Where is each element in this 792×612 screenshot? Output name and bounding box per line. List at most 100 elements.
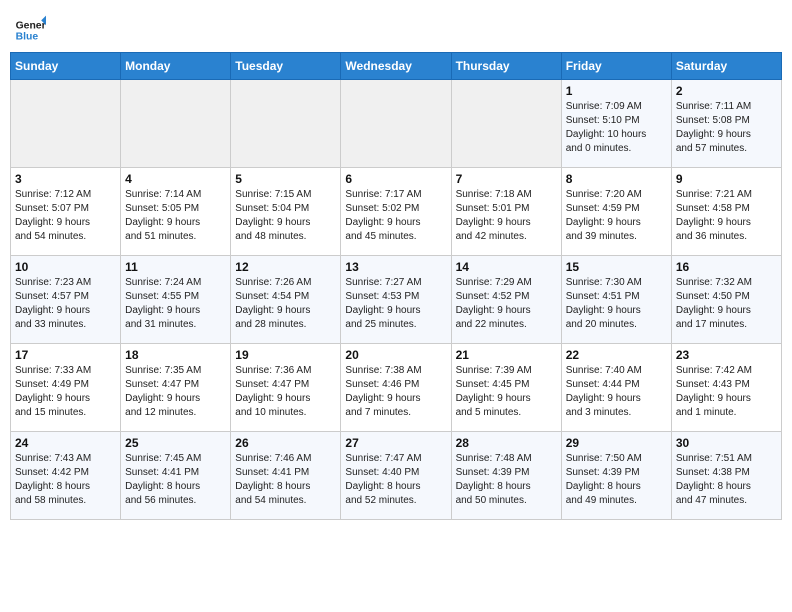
day-cell: 20 Sunrise: 7:38 AM Sunset: 4:46 PM Dayli… [341, 344, 451, 432]
day-cell: 9 Sunrise: 7:21 AM Sunset: 4:58 PM Daylig… [671, 168, 781, 256]
weekday-header-row: SundayMondayTuesdayWednesdayThursdayFrid… [11, 53, 782, 80]
day-number: 13 [345, 260, 446, 274]
day-cell: 15Sunrise: 7:30 AM Sunset: 4:51 PM Dayli… [561, 256, 671, 344]
day-info: Sunrise: 7:46 AM Sunset: 4:41 PM Dayligh… [235, 452, 336, 508]
day-info: Sunrise: 7:42 AM Sunset: 4:43 PM Dayligh… [676, 364, 777, 420]
week-row-1: 1 Sunrise: 7:09 AM Sunset: 5:10 PM Daylig… [11, 80, 782, 168]
day-info: Sunrise: 7:45 AM Sunset: 4:41 PM Dayligh… [125, 452, 226, 508]
day-number: 29 [566, 436, 667, 450]
day-cell: 27 Sunrise: 7:47 AM Sunset: 4:40 PM Dayli… [341, 432, 451, 520]
day-info: Sunrise: 7:09 AM Sunset: 5:10 PM Dayligh… [566, 100, 667, 156]
day-number: 1 [566, 84, 667, 98]
weekday-header-saturday: Saturday [671, 53, 781, 80]
day-number: 25 [125, 436, 226, 450]
day-cell: 16 Sunrise: 7:32 AM Sunset: 4:50 PM Dayli… [671, 256, 781, 344]
weekday-header-thursday: Thursday [451, 53, 561, 80]
day-number: 24 [15, 436, 116, 450]
day-info: Sunrise: 7:36 AM Sunset: 4:47 PM Dayligh… [235, 364, 336, 420]
day-info: Sunrise: 7:18 AM Sunset: 5:01 PM Dayligh… [456, 188, 557, 244]
day-cell [121, 80, 231, 168]
day-number: 26 [235, 436, 336, 450]
day-number: 3 [15, 172, 116, 186]
week-row-2: 3 Sunrise: 7:12 AM Sunset: 5:07 PM Daylig… [11, 168, 782, 256]
day-number: 16 [676, 260, 777, 274]
day-cell [451, 80, 561, 168]
day-info: Sunrise: 7:38 AM Sunset: 4:46 PM Dayligh… [345, 364, 446, 420]
weekday-header-sunday: Sunday [11, 53, 121, 80]
logo: General Blue [14, 14, 48, 46]
day-cell: 19 Sunrise: 7:36 AM Sunset: 4:47 PM Dayli… [231, 344, 341, 432]
day-number: 17 [15, 348, 116, 362]
day-number: 20 [345, 348, 446, 362]
week-row-3: 10 Sunrise: 7:23 AM Sunset: 4:57 PM Dayli… [11, 256, 782, 344]
day-cell [231, 80, 341, 168]
day-info: Sunrise: 7:27 AM Sunset: 4:53 PM Dayligh… [345, 276, 446, 332]
day-info: Sunrise: 7:50 AM Sunset: 4:39 PM Dayligh… [566, 452, 667, 508]
calendar-table: SundayMondayTuesdayWednesdayThursdayFrid… [10, 52, 782, 520]
day-number: 27 [345, 436, 446, 450]
day-number: 15 [566, 260, 667, 274]
day-number: 11 [125, 260, 226, 274]
day-cell: 5 Sunrise: 7:15 AM Sunset: 5:04 PM Daylig… [231, 168, 341, 256]
day-cell: 1 Sunrise: 7:09 AM Sunset: 5:10 PM Daylig… [561, 80, 671, 168]
day-number: 22 [566, 348, 667, 362]
logo-icon: General Blue [14, 14, 46, 46]
day-cell: 4Sunrise: 7:14 AM Sunset: 5:05 PM Daylig… [121, 168, 231, 256]
day-cell: 2Sunrise: 7:11 AM Sunset: 5:08 PM Daylig… [671, 80, 781, 168]
day-cell: 22 Sunrise: 7:40 AM Sunset: 4:44 PM Dayli… [561, 344, 671, 432]
day-number: 2 [676, 84, 777, 98]
day-number: 5 [235, 172, 336, 186]
day-number: 28 [456, 436, 557, 450]
day-cell: 25 Sunrise: 7:45 AM Sunset: 4:41 PM Dayli… [121, 432, 231, 520]
svg-text:General: General [16, 20, 46, 31]
day-info: Sunrise: 7:35 AM Sunset: 4:47 PM Dayligh… [125, 364, 226, 420]
day-info: Sunrise: 7:15 AM Sunset: 5:04 PM Dayligh… [235, 188, 336, 244]
day-number: 19 [235, 348, 336, 362]
day-number: 6 [345, 172, 446, 186]
weekday-header-wednesday: Wednesday [341, 53, 451, 80]
day-info: Sunrise: 7:33 AM Sunset: 4:49 PM Dayligh… [15, 364, 116, 420]
day-cell: 8Sunrise: 7:20 AM Sunset: 4:59 PM Daylig… [561, 168, 671, 256]
day-cell [341, 80, 451, 168]
day-info: Sunrise: 7:48 AM Sunset: 4:39 PM Dayligh… [456, 452, 557, 508]
day-number: 14 [456, 260, 557, 274]
day-info: Sunrise: 7:40 AM Sunset: 4:44 PM Dayligh… [566, 364, 667, 420]
day-info: Sunrise: 7:23 AM Sunset: 4:57 PM Dayligh… [15, 276, 116, 332]
day-info: Sunrise: 7:43 AM Sunset: 4:42 PM Dayligh… [15, 452, 116, 508]
day-cell [11, 80, 121, 168]
day-info: Sunrise: 7:17 AM Sunset: 5:02 PM Dayligh… [345, 188, 446, 244]
day-info: Sunrise: 7:51 AM Sunset: 4:38 PM Dayligh… [676, 452, 777, 508]
day-cell: 10 Sunrise: 7:23 AM Sunset: 4:57 PM Dayli… [11, 256, 121, 344]
day-cell: 14 Sunrise: 7:29 AM Sunset: 4:52 PM Dayli… [451, 256, 561, 344]
day-cell: 11 Sunrise: 7:24 AM Sunset: 4:55 PM Dayli… [121, 256, 231, 344]
day-info: Sunrise: 7:39 AM Sunset: 4:45 PM Dayligh… [456, 364, 557, 420]
day-number: 12 [235, 260, 336, 274]
day-number: 8 [566, 172, 667, 186]
day-cell: 23 Sunrise: 7:42 AM Sunset: 4:43 PM Dayli… [671, 344, 781, 432]
day-cell: 28 Sunrise: 7:48 AM Sunset: 4:39 PM Dayli… [451, 432, 561, 520]
day-info: Sunrise: 7:21 AM Sunset: 4:58 PM Dayligh… [676, 188, 777, 244]
page-header: General Blue [10, 10, 782, 46]
day-cell: 24 Sunrise: 7:43 AM Sunset: 4:42 PM Dayli… [11, 432, 121, 520]
day-number: 30 [676, 436, 777, 450]
day-number: 23 [676, 348, 777, 362]
day-info: Sunrise: 7:12 AM Sunset: 5:07 PM Dayligh… [15, 188, 116, 244]
weekday-header-friday: Friday [561, 53, 671, 80]
day-cell: 13 Sunrise: 7:27 AM Sunset: 4:53 PM Dayli… [341, 256, 451, 344]
day-info: Sunrise: 7:24 AM Sunset: 4:55 PM Dayligh… [125, 276, 226, 332]
day-info: Sunrise: 7:32 AM Sunset: 4:50 PM Dayligh… [676, 276, 777, 332]
day-cell: 21Sunrise: 7:39 AM Sunset: 4:45 PM Dayli… [451, 344, 561, 432]
day-info: Sunrise: 7:29 AM Sunset: 4:52 PM Dayligh… [456, 276, 557, 332]
day-info: Sunrise: 7:26 AM Sunset: 4:54 PM Dayligh… [235, 276, 336, 332]
day-info: Sunrise: 7:47 AM Sunset: 4:40 PM Dayligh… [345, 452, 446, 508]
day-number: 18 [125, 348, 226, 362]
day-info: Sunrise: 7:14 AM Sunset: 5:05 PM Dayligh… [125, 188, 226, 244]
day-cell: 29 Sunrise: 7:50 AM Sunset: 4:39 PM Dayli… [561, 432, 671, 520]
weekday-header-tuesday: Tuesday [231, 53, 341, 80]
day-number: 10 [15, 260, 116, 274]
day-number: 7 [456, 172, 557, 186]
day-cell: 30 Sunrise: 7:51 AM Sunset: 4:38 PM Dayli… [671, 432, 781, 520]
day-cell: 26 Sunrise: 7:46 AM Sunset: 4:41 PM Dayli… [231, 432, 341, 520]
day-number: 9 [676, 172, 777, 186]
day-cell: 6 Sunrise: 7:17 AM Sunset: 5:02 PM Daylig… [341, 168, 451, 256]
